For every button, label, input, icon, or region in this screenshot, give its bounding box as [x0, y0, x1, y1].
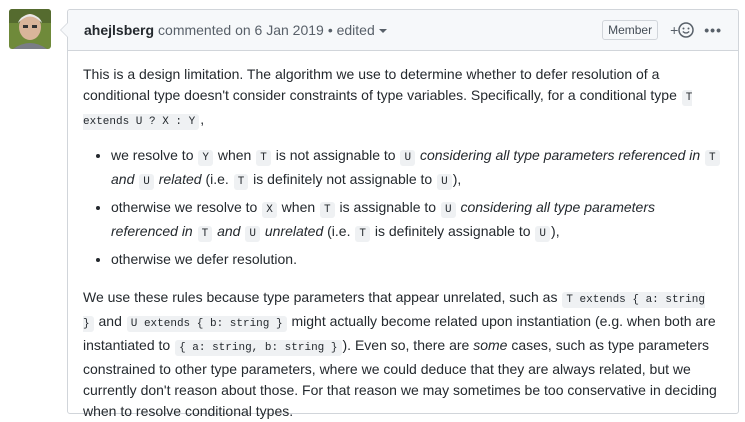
avatar-image [9, 9, 51, 49]
avatar[interactable] [9, 9, 51, 49]
paragraph-intro: This is a design limitation. The algorit… [83, 66, 693, 130]
paragraph-explanation: We use these rules because type paramete… [83, 289, 717, 419]
member-badge: Member [602, 20, 659, 40]
list-item: otherwise we resolve to X when T is assi… [111, 197, 722, 245]
author-link[interactable]: ahejlsberg [84, 22, 154, 38]
comment-body: This is a design limitation. The algorit… [68, 51, 738, 422]
comment-date[interactable]: commented on 6 Jan 2019 [158, 22, 324, 38]
rules-list: we resolve to Y when T is not assignable… [83, 145, 722, 270]
comment-header: ahejlsberg commented on 6 Jan 2019 • edi… [68, 10, 738, 51]
edited-dropdown[interactable]: • edited [328, 22, 387, 38]
comment: ahejlsberg commented on 6 Jan 2019 • edi… [60, 9, 739, 419]
chevron-down-icon [378, 29, 387, 33]
add-reaction-button[interactable]: + [670, 22, 695, 38]
list-item: we resolve to Y when T is not assignable… [111, 145, 722, 193]
more-options-button[interactable]: ••• [704, 22, 722, 38]
smiley-icon [678, 22, 695, 38]
list-item: otherwise we defer resolution. [111, 249, 722, 270]
